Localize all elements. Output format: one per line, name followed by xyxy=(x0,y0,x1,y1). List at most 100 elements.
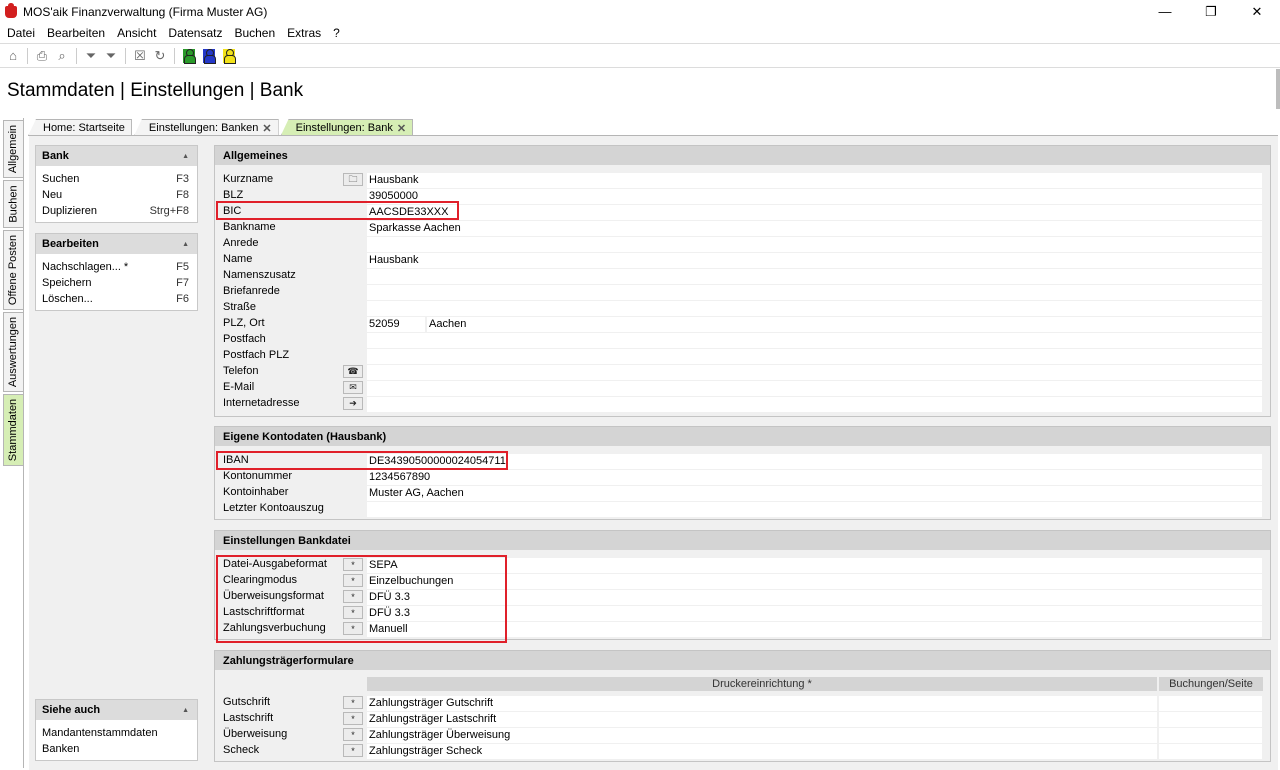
ort-input[interactable]: Aachen xyxy=(427,317,1262,332)
lookup-button[interactable]: * xyxy=(343,696,363,709)
gutschrift-buchungen-cell[interactable] xyxy=(1159,696,1262,711)
menu-buchen[interactable]: Buchen xyxy=(228,26,281,40)
bank-actions-header[interactable]: Bank ▲ xyxy=(36,146,197,166)
print-icon[interactable]: ⎙ xyxy=(32,46,52,66)
close-icon[interactable]: ✕ xyxy=(397,122,406,135)
gutschrift-druckereinrichtung-cell[interactable]: Zahlungsträger Gutschrift xyxy=(367,696,1157,711)
minimize-button[interactable]: — xyxy=(1142,0,1188,23)
mail-icon[interactable]: ✉ xyxy=(343,381,363,394)
lookup-button[interactable]: * xyxy=(343,574,363,587)
collapse-icon[interactable]: ▲ xyxy=(182,241,189,248)
tab-home[interactable]: Home: Startseite xyxy=(28,119,132,136)
scrollbar-thumb[interactable] xyxy=(1276,69,1280,109)
arrow-right-icon[interactable]: ➔ xyxy=(343,397,363,410)
action-neu[interactable]: Neu F8 xyxy=(36,187,197,203)
lastschriftformat-input[interactable]: DFÜ 3.3 xyxy=(367,606,1262,621)
scheck-buchungen-cell[interactable] xyxy=(1159,744,1262,759)
lastschrift-buchungen-cell[interactable] xyxy=(1159,712,1262,727)
column-header-buchungen-seite[interactable]: Buchungen/Seite xyxy=(1159,677,1263,691)
iban-input[interactable]: DE34390500000024054711 xyxy=(367,454,1262,469)
vtab-stammdaten[interactable]: Stammdaten xyxy=(3,394,23,466)
collapse-icon[interactable]: ▲ xyxy=(182,707,189,714)
field-telefon: Telefon ☎ xyxy=(215,364,1270,380)
collapse-icon[interactable]: ▲ xyxy=(182,153,189,160)
link-mandantenstammdaten[interactable]: Mandantenstammdaten xyxy=(36,725,197,741)
user-green-icon[interactable] xyxy=(179,46,199,66)
home-icon[interactable]: ⌂ xyxy=(3,46,23,66)
lookup-button[interactable]: * xyxy=(343,590,363,603)
kurzname-input[interactable]: Hausbank xyxy=(367,173,1262,188)
action-duplizieren[interactable]: Duplizieren Strg+F8 xyxy=(36,203,197,219)
field-clearingmodus: Clearingmodus * Einzelbuchungen xyxy=(215,573,1270,589)
action-suchen[interactable]: Suchen F3 xyxy=(36,171,197,187)
bic-input[interactable]: AACSDE33XXX xyxy=(367,205,1262,220)
lookup-button[interactable]: * xyxy=(343,728,363,741)
kontonummer-input[interactable]: 1234567890 xyxy=(367,470,1262,485)
menu-ansicht[interactable]: Ansicht xyxy=(111,26,162,40)
plz-input[interactable]: 52059 xyxy=(367,317,425,332)
menu-datei[interactable]: Datei xyxy=(1,26,41,40)
menu-extras[interactable]: Extras xyxy=(281,26,327,40)
strasse-input[interactable] xyxy=(367,301,1262,316)
postfach-input[interactable] xyxy=(367,333,1262,348)
shortcut-key: F7 xyxy=(176,277,189,289)
vtab-offene-posten[interactable]: Offene Posten xyxy=(3,230,23,310)
field-zahlungsverbuchung: Zahlungsverbuchung * Manuell xyxy=(215,621,1270,637)
vtab-auswertungen[interactable]: Auswertungen xyxy=(3,312,23,392)
filter-clear-icon[interactable]: ⏷ xyxy=(101,46,121,66)
column-header-druckereinrichtung[interactable]: Druckereinrichtung * xyxy=(367,677,1157,691)
lookup-button[interactable]: * xyxy=(343,744,363,757)
lookup-button[interactable]: * xyxy=(343,558,363,571)
user-lock-icon[interactable] xyxy=(219,46,239,66)
close-icon[interactable]: ✕ xyxy=(262,122,271,135)
cancel-icon[interactable]: ☒ xyxy=(130,46,150,66)
postfach-plz-input[interactable] xyxy=(367,349,1262,364)
left-task-panel: Bank ▲ Suchen F3 Neu F8 Duplizieren Strg+F8 … xyxy=(29,136,206,770)
name-input[interactable]: Hausbank xyxy=(367,253,1262,268)
close-window-button[interactable]: ✕ xyxy=(1234,0,1280,23)
menu-help[interactable]: ? xyxy=(327,26,346,40)
link-banken[interactable]: Banken xyxy=(36,741,197,757)
ausgabeformat-input[interactable]: SEPA xyxy=(367,558,1262,573)
action-nachschlagen[interactable]: Nachschlagen... * F5 xyxy=(36,259,197,275)
user-blue-icon[interactable] xyxy=(199,46,219,66)
lookup-button[interactable]: * xyxy=(343,712,363,725)
folder-icon[interactable]: 🗀 xyxy=(343,173,363,186)
zahlungsverbuchung-input[interactable]: Manuell xyxy=(367,622,1262,637)
kontoinhaber-input[interactable]: Muster AG, Aachen xyxy=(367,486,1262,501)
siehe-auch-header[interactable]: Siehe auch ▲ xyxy=(36,700,197,720)
namenszusatz-input[interactable] xyxy=(367,269,1262,284)
lookup-button[interactable]: * xyxy=(343,606,363,619)
menu-bearbeiten[interactable]: Bearbeiten xyxy=(41,26,111,40)
email-input[interactable] xyxy=(367,381,1262,396)
toolbar-separator xyxy=(76,47,77,64)
lastschrift-druckereinrichtung-cell[interactable]: Zahlungsträger Lastschrift xyxy=(367,712,1157,727)
menu-datensatz[interactable]: Datensatz xyxy=(162,26,228,40)
scheck-druckereinrichtung-cell[interactable]: Zahlungsträger Scheck xyxy=(367,744,1157,759)
briefanrede-input[interactable] xyxy=(367,285,1262,300)
vtab-buchen[interactable]: Buchen xyxy=(3,180,23,228)
ueberweisung-druckereinrichtung-cell[interactable]: Zahlungsträger Überweisung xyxy=(367,728,1157,743)
lookup-button[interactable]: * xyxy=(343,622,363,635)
kontoauszug-input[interactable] xyxy=(367,502,1262,517)
action-speichern[interactable]: Speichern F7 xyxy=(36,275,197,291)
telefon-input[interactable] xyxy=(367,365,1262,380)
bankname-input[interactable]: Sparkasse Aachen xyxy=(367,221,1262,236)
ueberweisungsformat-input[interactable]: DFÜ 3.3 xyxy=(367,590,1262,605)
clearingmodus-input[interactable]: Einzelbuchungen xyxy=(367,574,1262,589)
refresh-icon[interactable]: ↻ xyxy=(150,46,170,66)
blz-input[interactable]: 39050000 xyxy=(367,189,1262,204)
phone-icon[interactable]: ☎ xyxy=(343,365,363,378)
maximize-button[interactable]: ❐ xyxy=(1188,0,1234,23)
action-loeschen[interactable]: Löschen... F6 xyxy=(36,291,197,307)
tab-einstellungen-banken[interactable]: Einstellungen: Banken ✕ xyxy=(133,119,279,136)
field-name: Name Hausbank xyxy=(215,252,1270,268)
bearbeiten-actions-header[interactable]: Bearbeiten ▲ xyxy=(36,234,197,254)
internet-input[interactable] xyxy=(367,397,1262,412)
tab-einstellungen-bank[interactable]: Einstellungen: Bank ✕ xyxy=(280,119,414,136)
vtab-allgemein[interactable]: Allgemein xyxy=(3,120,23,178)
anrede-input[interactable] xyxy=(367,237,1262,252)
filter-icon[interactable]: ⏷ xyxy=(81,46,101,66)
print-preview-icon[interactable]: ⌕ xyxy=(52,46,72,66)
ueberweisung-buchungen-cell[interactable] xyxy=(1159,728,1262,743)
